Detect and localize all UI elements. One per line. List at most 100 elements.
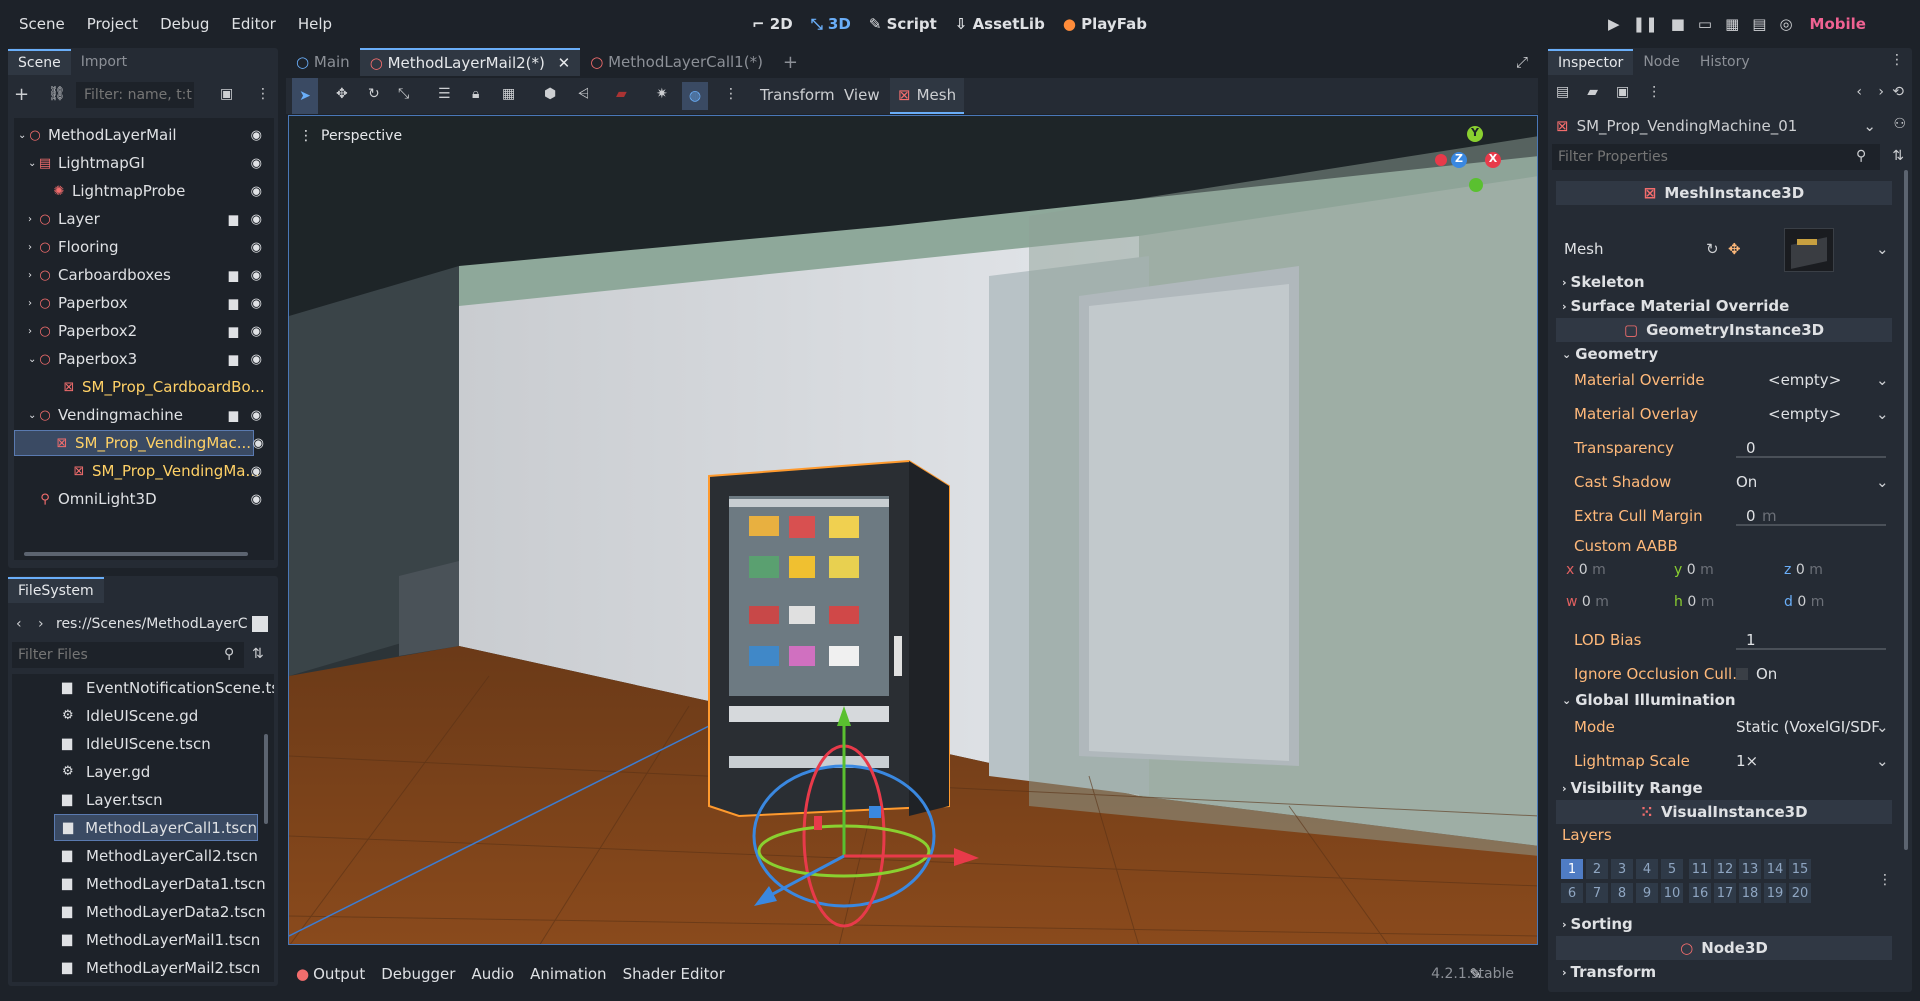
file-item[interactable]: ▆ Layer.tscn (62, 786, 163, 813)
menu-help[interactable]: Help (287, 15, 343, 33)
layer-cell[interactable]: 1 (1560, 858, 1584, 880)
group-icon[interactable]: ▦ (502, 86, 515, 102)
tree-item-flooring[interactable]: › ○ Flooring ◉ (14, 234, 272, 260)
aabb-x-field[interactable]: x 0 m (1566, 562, 1606, 578)
visibility-eye-icon[interactable]: ◉ (251, 296, 262, 311)
lock-icon[interactable]: 🔒︎ (472, 86, 479, 102)
file-list-scrollbar[interactable] (264, 734, 268, 824)
open-scene-icon[interactable]: ▆ (229, 268, 238, 282)
sort-icon[interactable]: ⇅ (252, 646, 264, 662)
layer-cell[interactable]: 15 (1788, 858, 1812, 880)
gizmo-y-icon[interactable]: Y (1467, 126, 1483, 142)
tree-item-omnilight3d[interactable]: ⚲ OmniLight3D ◉ (14, 486, 272, 512)
aabb-h-field[interactable]: h 0 m (1674, 594, 1714, 610)
open-scene-icon[interactable]: ▆ (229, 212, 238, 226)
prop-gi-mode[interactable]: Mode Static (VoxelGI/SDF ⌄ (1556, 713, 1896, 741)
gizmo-z-icon[interactable]: Z (1451, 152, 1467, 168)
more-icon[interactable]: ⋮ (1878, 872, 1892, 888)
menu-editor[interactable]: Editor (220, 15, 286, 33)
menu-scene[interactable]: Scene (8, 15, 76, 33)
layer-cell[interactable]: 2 (1585, 858, 1609, 880)
more-icon[interactable]: ⋮ (1647, 84, 1661, 100)
tree-item-paperbox3[interactable]: ⌄ ○ Paperbox3 ▆ ◉ (14, 346, 272, 372)
open-scene-icon[interactable]: ▆ (229, 408, 238, 422)
aabb-z-field[interactable]: z 0 m (1784, 562, 1823, 578)
file-item[interactable]: ⚙ Layer.gd (62, 758, 150, 785)
layer-cell[interactable]: 9 (1635, 882, 1659, 904)
tab-audio[interactable]: Audio (471, 965, 514, 983)
tab-methodlayercall1[interactable]: ○ MethodLayerCall1(*) (580, 49, 773, 75)
file-item[interactable]: ▆ MethodLayerMail1.tscn (62, 926, 260, 953)
tree-item-methodlayermail[interactable]: ⌄ ○ MethodLayerMail ◉ (14, 122, 272, 148)
layer-cell[interactable]: 3 (1610, 858, 1634, 880)
aabb-w-field[interactable]: w 0 m (1566, 594, 1609, 610)
section-surface-override[interactable]: › Surface Material Override (1556, 294, 1896, 318)
tab-methodlayermail2[interactable]: ○ MethodLayerMail2(*) ✕ (359, 48, 581, 76)
tab-history[interactable]: History (1690, 50, 1760, 74)
sun-icon[interactable]: ✷ (656, 86, 668, 102)
aabb-d-field[interactable]: d 0 m (1784, 594, 1824, 610)
local-space-icon[interactable]: ⬢ (544, 86, 556, 102)
stop-icon[interactable]: ■ (1671, 15, 1685, 33)
prop-material-overlay[interactable]: Material Overlay <empty> ⌄ (1556, 400, 1896, 428)
section-sorting[interactable]: › Sorting (1556, 912, 1896, 936)
open-scene-icon[interactable]: ▆ (229, 352, 238, 366)
tab-node[interactable]: Node (1633, 50, 1690, 74)
filter-properties-input[interactable] (1552, 144, 1880, 170)
tree-item-carboardboxes[interactable]: › ○ Carboardboxes ▆ ◉ (14, 262, 272, 288)
layer-cell[interactable]: 18 (1738, 882, 1762, 904)
tree-item-vendingmachine[interactable]: ⌄ ○ Vendingmachine ▆ ◉ (14, 402, 272, 428)
layer-cell[interactable]: 11 (1688, 858, 1712, 880)
add-tab-icon[interactable]: + (773, 48, 808, 77)
visibility-eye-icon[interactable]: ◉ (253, 436, 264, 451)
tab-output[interactable]: Output (313, 965, 365, 983)
prop-lightmap-scale[interactable]: Lightmap Scale 1× ⌄ (1556, 747, 1896, 775)
layer-cell[interactable]: 13 (1738, 858, 1762, 880)
gizmo-neg-x-icon[interactable] (1435, 154, 1447, 166)
visibility-eye-icon[interactable]: ◉ (251, 352, 262, 367)
prop-transparency[interactable]: Transparency 0 (1556, 434, 1896, 462)
scale-tool-icon[interactable]: ⤡ (398, 86, 409, 102)
workspace-playfab[interactable]: ● PlayFab (1063, 15, 1147, 33)
history-back-icon[interactable]: ‹ (1856, 84, 1862, 100)
section-global-illumination[interactable]: ⌄ Global Illumination (1556, 688, 1896, 712)
play-scene-icon[interactable]: ▦ (1725, 15, 1739, 33)
perspective-menu[interactable]: ⋮ Perspective (299, 128, 402, 144)
gizmo-neg-y-icon[interactable] (1469, 178, 1483, 192)
transparency-slider[interactable] (1736, 456, 1886, 458)
open-scene-icon[interactable]: ▆ (229, 296, 238, 310)
instance-scene-icon[interactable]: ▣ (220, 86, 233, 102)
link-icon[interactable]: ⛓ (48, 86, 66, 102)
prop-lod-bias[interactable]: LOD Bias 1 (1556, 626, 1896, 654)
open-folder-icon[interactable]: ▰ (1587, 84, 1598, 100)
tree-item-lightmapprobe[interactable]: ✺ LightmapProbe ◉ (14, 178, 272, 204)
visibility-eye-icon[interactable]: ◉ (251, 464, 262, 479)
filter-files-input[interactable] (12, 642, 244, 668)
layer-cell[interactable]: 17 (1713, 882, 1737, 904)
visibility-eye-icon[interactable]: ◉ (251, 408, 262, 423)
play-custom-icon[interactable]: ▤ (1752, 15, 1766, 33)
prop-ignore-occlusion[interactable]: Ignore Occlusion Cull... On (1556, 660, 1896, 688)
tree-item-sm-prop-vendingmachine-child[interactable]: ⊠ SM_Prop_VendingMa... ◉ (14, 458, 272, 484)
reload-icon[interactable]: ↻ (1706, 240, 1719, 258)
tab-animation[interactable]: Animation (530, 965, 606, 983)
layer-cell[interactable]: 5 (1660, 858, 1684, 880)
layer-cell[interactable]: 20 (1788, 882, 1812, 904)
forward-icon[interactable]: › (38, 616, 44, 632)
layer-cell[interactable]: 12 (1713, 858, 1737, 880)
layer-cell[interactable]: 4 (1635, 858, 1659, 880)
filesystem-path[interactable]: res://Scenes/MethodLayerC (56, 616, 248, 632)
tab-filesystem[interactable]: FileSystem (8, 577, 104, 603)
workspace-3d[interactable]: ⤡ 3D (811, 15, 851, 33)
file-item-selected[interactable]: ▆ MethodLayerCall1.tscn (54, 814, 258, 841)
add-node-icon[interactable]: + (14, 84, 29, 105)
doc-icon[interactable]: ⚇ (1893, 116, 1906, 132)
view-gizmo[interactable]: Y Z X (1427, 126, 1527, 196)
camera-icon[interactable]: ▰ (616, 86, 627, 102)
file-item[interactable]: ▆ MethodLayerData2.tscn (62, 898, 266, 925)
new-resource-icon[interactable]: ▤ (1556, 84, 1569, 100)
chevron-down-icon[interactable]: ⌄ (1876, 240, 1889, 258)
visibility-eye-icon[interactable]: ◉ (251, 492, 262, 507)
view-menu[interactable]: View (844, 86, 880, 104)
open-scene-icon[interactable]: ▆ (229, 324, 238, 338)
